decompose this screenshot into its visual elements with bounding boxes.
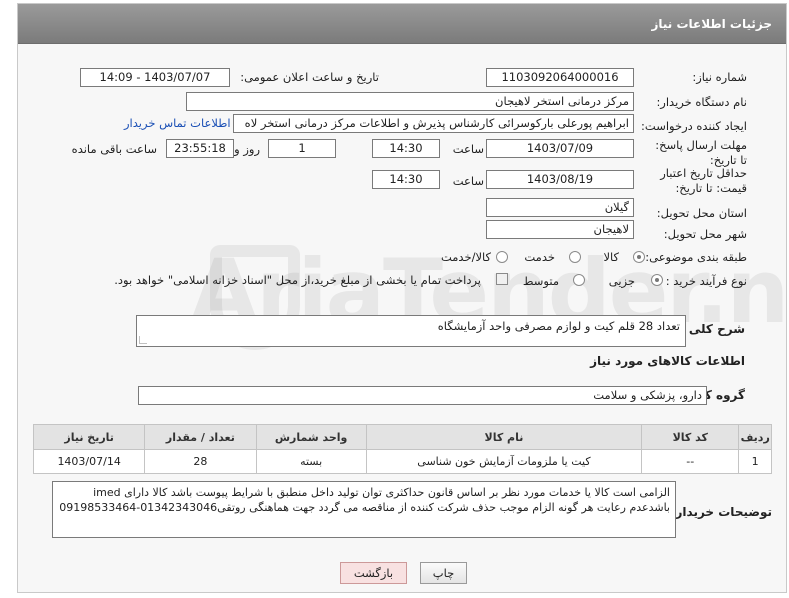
buyer-org-label: نام دستگاه خریدار: [656, 95, 747, 109]
print-button[interactable]: چاپ [420, 562, 467, 584]
goods-section-title: اطلاعات کالاهای مورد نیاز [590, 354, 745, 368]
time-remaining-label: ساعت باقی مانده [71, 142, 157, 156]
deadline-label: مهلت ارسال پاسخ: تا تاریخ: [655, 138, 747, 167]
announce-date-field: 1403/07/07 - 14:09 [80, 68, 230, 87]
panel-title: جزئیات اطلاعات نیاز [651, 17, 772, 31]
cell-unit: بسته [255, 449, 367, 474]
city-label: شهر محل تحویل: [663, 227, 747, 241]
treasury-payment-note: پرداخت تمام یا بخشی از مبلغ خرید،از محل … [114, 273, 481, 287]
province-field: گیلان [486, 198, 634, 217]
buyer-notes-label: توضیحات خریدار: [670, 505, 772, 519]
buyer-notes-text: الزامی است کالا یا خدمات مورد نظر بر اسا… [59, 486, 670, 514]
validity-label: حداقل تاریخ اعتبار قیمت: تا تاریخ: [660, 166, 747, 195]
deadline-time-label: ساعت [452, 142, 484, 156]
process-medium-radio[interactable] [573, 274, 585, 286]
days-label: روز و [234, 142, 260, 156]
creator-label: ایجاد کننده درخواست: [641, 119, 747, 133]
category-both-radio[interactable] [496, 251, 508, 263]
city-field: لاهیجان [486, 220, 634, 239]
buyer-contact-link[interactable]: اطلاعات تماس خریدار [124, 116, 231, 130]
category-label: طبقه بندی موضوعی: [645, 250, 747, 264]
process-minor-label: جزیی [608, 274, 635, 288]
col-need-date: تاریخ نیاز [32, 424, 146, 450]
deadline-date-field: 1403/07/09 [486, 139, 634, 158]
category-service-label: خدمت [524, 250, 555, 264]
days-remaining-field: 1 [268, 139, 336, 158]
announce-date-label: تاریخ و ساعت اعلان عمومی: [240, 70, 379, 84]
goods-group-field: دارو، پزشکی و سلامت [138, 386, 707, 405]
description-text: تعداد 28 قلم کیت و لوازم مصرفی واحد آزما… [437, 319, 680, 333]
col-row-number: ردیف [738, 424, 772, 450]
deadline-time-field: 14:30 [372, 139, 440, 158]
col-item-code: کد کالا [641, 424, 740, 450]
cell-need-date: 1403/07/14 [32, 449, 146, 474]
validity-date-field: 1403/08/19 [486, 170, 634, 189]
table-header-row: ردیف کد کالا نام کالا واحد شمارش تعداد /… [32, 424, 772, 450]
treasury-payment-checkbox[interactable] [496, 273, 508, 285]
process-medium-label: متوسط [522, 274, 559, 288]
cell-row-number: 1 [738, 449, 772, 474]
panel-header: جزئیات اطلاعات نیاز [18, 4, 786, 44]
time-remaining-field: 23:55:18 [166, 139, 234, 158]
resize-grip-icon[interactable] [139, 336, 147, 344]
description-field: تعداد 28 قلم کیت و لوازم مصرفی واحد آزما… [136, 315, 686, 347]
buyer-org-field: مرکز درمانی استخر لاهیجان [186, 92, 634, 111]
need-number-field: 1103092064000016 [486, 68, 634, 87]
province-label: استان محل تحویل: [656, 206, 747, 220]
process-minor-radio[interactable] [651, 274, 663, 286]
col-unit: واحد شمارش [255, 424, 367, 450]
category-goods-radio[interactable] [633, 251, 645, 263]
validity-time-field: 14:30 [372, 170, 440, 189]
cell-item-code: -- [641, 449, 740, 474]
validity-time-label: ساعت [452, 174, 484, 188]
buyer-notes-field: الزامی است کالا یا خدمات مورد نظر بر اسا… [52, 481, 676, 538]
need-number-label: شماره نیاز: [692, 70, 747, 84]
col-quantity: تعداد / مقدار [144, 424, 257, 450]
category-goods-label: کالا [603, 250, 619, 264]
cell-quantity: 28 [144, 449, 257, 474]
cell-item-name: کیت یا ملزومات آزمایش خون شناسی [365, 449, 643, 474]
creator-field: ابراهیم پورعلی بارکوسرائی کارشناس پذیرش … [233, 114, 634, 133]
goods-table: ردیف کد کالا نام کالا واحد شمارش تعداد /… [32, 424, 772, 474]
category-both-label: کالا/خدمت [440, 250, 491, 264]
back-button[interactable]: بازگشت [340, 562, 407, 584]
col-item-name: نام کالا [365, 424, 643, 450]
category-service-radio[interactable] [569, 251, 581, 263]
table-row: 1 -- کیت یا ملزومات آزمایش خون شناسی بست… [32, 449, 772, 474]
process-label: نوع فرآیند خرید : [665, 274, 747, 288]
